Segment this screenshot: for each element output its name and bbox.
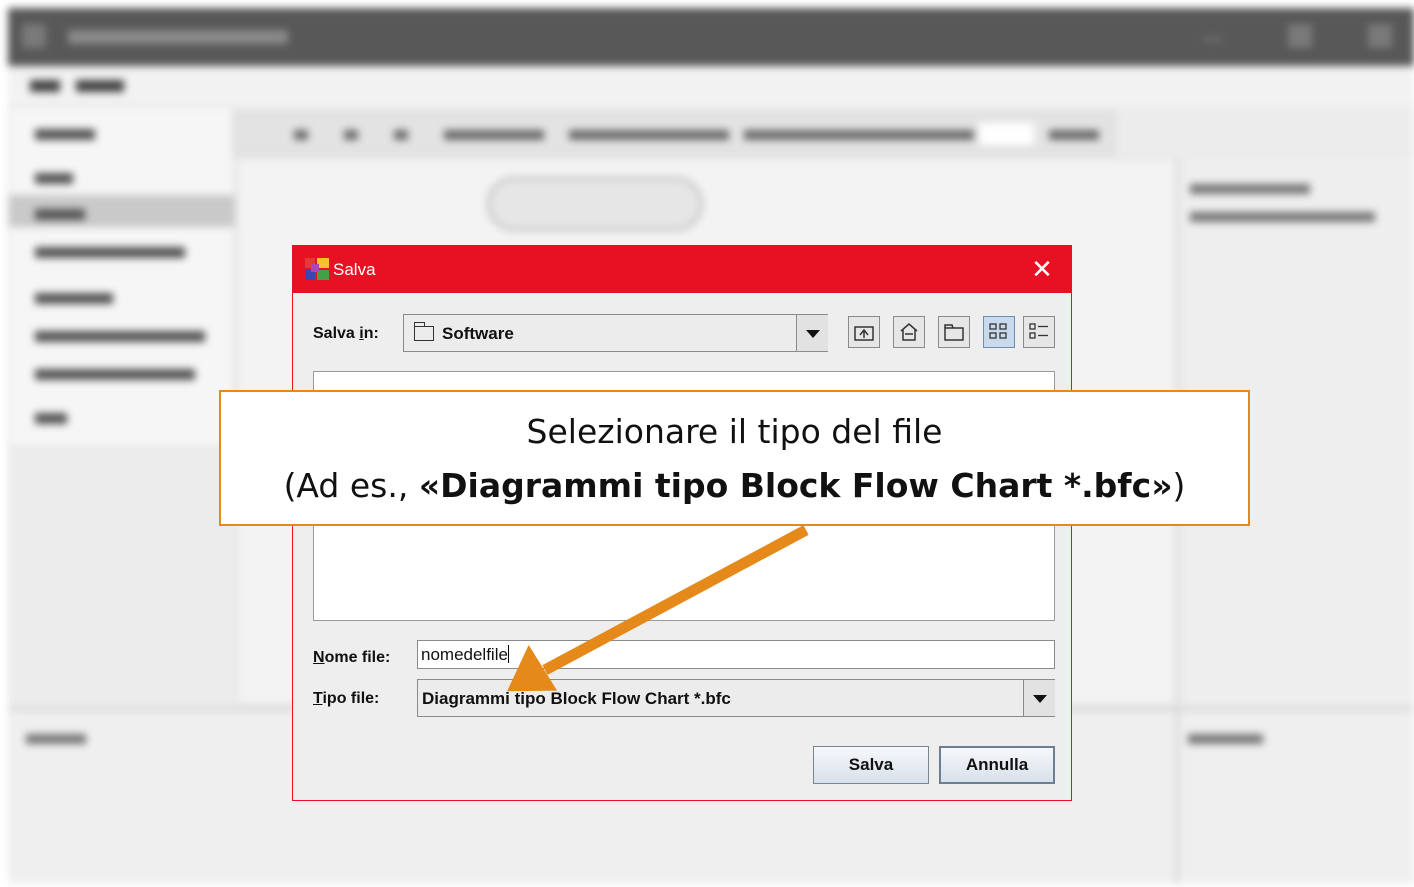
up-one-level-button[interactable]: [848, 316, 880, 348]
bg-menubar: [8, 66, 1414, 106]
new-folder-icon: [944, 324, 964, 341]
save-button[interactable]: Salva: [813, 746, 929, 784]
list-view-button[interactable]: [983, 316, 1015, 348]
details-view-button[interactable]: [1023, 316, 1055, 348]
home-icon: [900, 323, 918, 341]
look-in-label: Salva in:: [313, 325, 379, 342]
look-in-value: Software: [442, 324, 514, 343]
new-folder-button[interactable]: [938, 316, 970, 348]
dialog-title: Salva: [333, 260, 376, 279]
folder-icon: [413, 322, 434, 341]
text-caret: [507, 645, 509, 663]
chevron-down-icon[interactable]: [796, 315, 828, 351]
bg-file-menu: [8, 106, 235, 448]
bg-toolbar: [233, 112, 1115, 154]
look-in-combobox[interactable]: Software: [403, 314, 828, 352]
details-view-icon: [1029, 323, 1048, 339]
home-button[interactable]: [893, 316, 925, 348]
file-type-value: Diagrammi tipo Block Flow Chart *.bfc: [422, 689, 731, 708]
close-icon[interactable]: ✕: [1027, 254, 1057, 284]
instruction-callout: Selezionare il tipo del file (Ad es., «D…: [219, 390, 1250, 526]
callout-example-file-type: «Diagrammi tipo Block Flow Chart *.bfc»: [418, 466, 1173, 505]
file-type-combobox[interactable]: Diagrammi tipo Block Flow Chart *.bfc: [417, 679, 1055, 717]
cancel-button[interactable]: Annulla: [939, 746, 1055, 784]
file-name-input[interactable]: nomedelfile: [417, 640, 1055, 669]
file-name-value: nomedelfile: [421, 645, 508, 664]
bg-titlebar: [8, 8, 1414, 66]
list-view-icon: [989, 323, 1007, 339]
app-icon: [305, 258, 329, 282]
callout-line-1: Selezionare il tipo del file: [526, 412, 943, 451]
file-type-label: Tipo file:: [313, 690, 380, 707]
dialog-titlebar[interactable]: Salva ✕: [293, 246, 1071, 293]
up-one-level-icon: [854, 326, 874, 341]
chevron-down-icon[interactable]: [1023, 680, 1055, 716]
callout-line-2: (Ad es., «Diagrammi tipo Block Flow Char…: [283, 466, 1186, 505]
file-name-label: Nome file:: [313, 649, 391, 666]
